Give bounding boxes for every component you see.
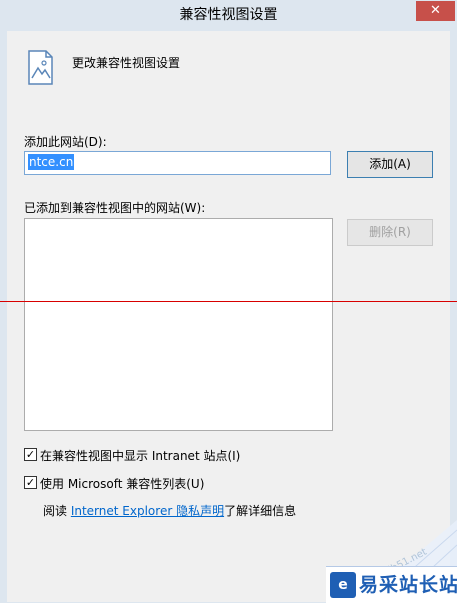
privacy-statement-link[interactable]: Internet Explorer 隐私声明 — [71, 504, 224, 518]
add-site-label: 添加此网站(D): — [24, 135, 107, 149]
watermark-logo-icon: e — [330, 572, 356, 598]
title-bar: 兼容性视图设置 ✕ — [0, 0, 457, 31]
header-heading: 更改兼容性视图设置 — [72, 56, 181, 70]
window-title: 兼容性视图设置 — [179, 7, 278, 23]
add-site-input[interactable]: ntce.cn — [24, 151, 331, 175]
red-guide-line — [0, 301, 457, 302]
use-ms-list-checkbox[interactable]: ✓ — [24, 476, 37, 489]
privacy-suffix: 了解详细信息 — [224, 504, 297, 518]
show-intranet-label[interactable]: 在兼容性视图中显示 Intranet 站点(I) — [40, 447, 240, 464]
privacy-notice: 阅读 Internet Explorer 隐私声明了解详细信息 — [43, 502, 296, 519]
show-intranet-checkbox[interactable]: ✓ — [24, 448, 37, 461]
broken-image-page-icon — [28, 50, 53, 85]
close-button[interactable]: ✕ — [416, 1, 455, 21]
add-button[interactable]: 添加(A) — [347, 151, 433, 178]
watermark-logo: e 易采站长站 — [326, 566, 457, 603]
add-site-input-value: ntce.cn — [28, 154, 75, 170]
use-ms-list-label[interactable]: 使用 Microsoft 兼容性列表(U) — [40, 475, 204, 492]
privacy-prefix: 阅读 — [43, 504, 71, 518]
added-sites-listbox[interactable] — [24, 218, 333, 431]
remove-button[interactable]: 删除(R) — [347, 219, 433, 246]
watermark-brand: 易采站长站 — [359, 574, 457, 596]
added-sites-label: 已添加到兼容性视图中的网站(W): — [24, 201, 206, 215]
